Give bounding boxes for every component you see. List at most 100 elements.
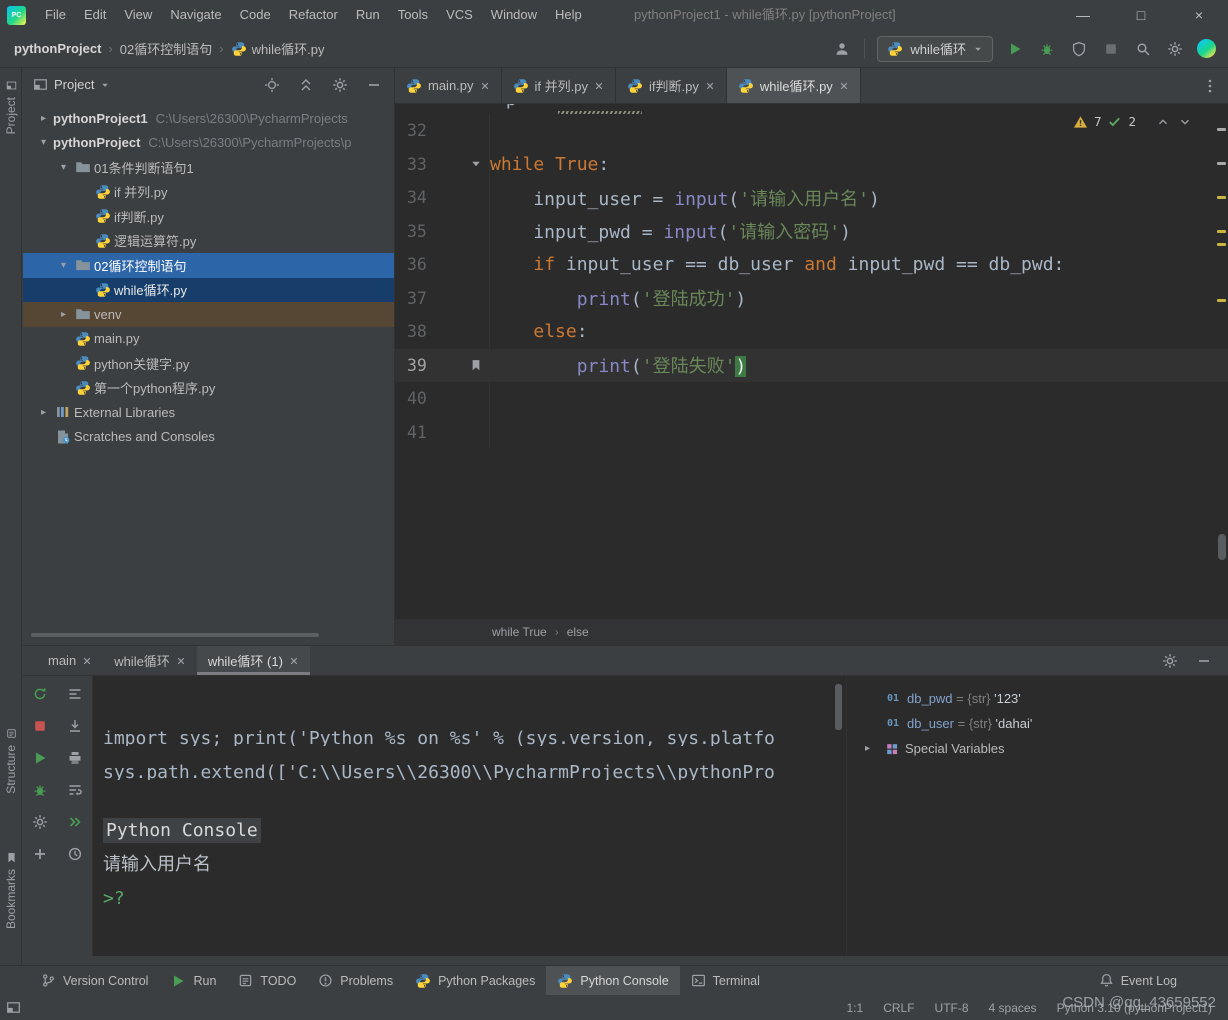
profile-icon[interactable] [1197,39,1216,58]
toolwindow-version-control[interactable]: Version Control [30,966,159,995]
run-button[interactable] [1005,39,1025,59]
select-opened-file-button[interactable] [262,75,282,95]
maximize-button[interactable]: □ [1112,0,1170,30]
close-icon[interactable] [839,81,849,91]
code-line[interactable]: 36 if input_user == db_user and input_pw… [395,248,1228,282]
debug-button[interactable] [30,780,50,800]
soft-wrap-button[interactable] [65,780,85,800]
variable-row[interactable]: 01db_pwd = {str} '123' [847,686,1228,711]
tree-item[interactable]: ▸venv [23,302,394,327]
bookmark-icon[interactable] [463,358,489,372]
debug-button[interactable] [1037,39,1057,59]
close-icon[interactable] [176,656,186,666]
collapse-all-button[interactable] [296,75,316,95]
menu-code[interactable]: Code [231,0,280,30]
console-hide-button[interactable] [1194,651,1214,671]
history-button[interactable] [65,844,85,864]
chevron-right-icon[interactable]: ▸ [35,407,52,418]
menu-edit[interactable]: Edit [75,0,115,30]
stop-button[interactable] [1101,39,1121,59]
code-line[interactable]: 40 [395,382,1228,416]
variable-row[interactable]: 01db_user = {str} 'dahai' [847,711,1228,736]
menu-file[interactable]: File [36,0,75,30]
chevron-down-icon[interactable]: ▾ [55,162,72,173]
menu-run[interactable]: Run [347,0,389,30]
menu-tools[interactable]: Tools [389,0,437,30]
console-tab[interactable]: main [37,646,103,675]
breadcrumb-item[interactable]: pythonProject [14,41,101,56]
fold-icon[interactable] [463,158,489,170]
tree-item[interactable]: Scratches and Consoles [23,425,394,450]
console-tab[interactable]: while循环 (1) [197,646,310,675]
tree-item[interactable]: while循环.py [23,278,394,303]
next-problem-button[interactable] [1178,115,1192,129]
chevron-right-icon[interactable]: ▸ [35,113,52,124]
prev-problem-button[interactable] [1156,115,1170,129]
tree-item[interactable]: 第一个python程序.py [23,376,394,401]
tree-item[interactable]: if判断.py [23,204,394,229]
stripe-mark[interactable] [1217,243,1226,246]
tree-item[interactable]: ▾02循环控制语句 [23,253,394,278]
close-icon[interactable] [480,81,490,91]
editor-scrollbar-thumb[interactable] [1218,534,1226,560]
menu-refactor[interactable]: Refactor [280,0,347,30]
editor-options-button[interactable] [1200,76,1220,96]
stripe-structure-button[interactable]: Structure [0,728,22,794]
rerun-button[interactable] [30,684,50,704]
project-panel-title[interactable]: Project [54,77,94,92]
editor-breadcrumb-item[interactable]: else [567,625,589,639]
code-line[interactable]: 37 print('登陆成功') [395,282,1228,316]
close-button[interactable]: × [1170,0,1228,30]
tree-item[interactable]: ▸pythonProject1C:\Users\26300\PycharmPro… [23,106,394,131]
menu-navigate[interactable]: Navigate [161,0,230,30]
tool-windows-toggle-icon[interactable] [6,1000,21,1015]
code-line[interactable]: 39 print('登陆失败') [395,349,1228,383]
project-horizontal-scrollbar[interactable] [31,633,319,637]
chevron-down-icon[interactable]: ▾ [35,137,52,148]
code-editor[interactable]: =p 3233while True:34 input_user = input(… [395,104,1228,618]
project-options-button[interactable] [330,75,350,95]
close-icon[interactable] [82,656,92,666]
scroll-end-button[interactable] [65,716,85,736]
toolwindow-todo[interactable]: TODO [227,966,307,995]
special-variables-row[interactable]: ▸Special Variables [847,736,1228,761]
console-settings-button[interactable] [1160,651,1180,671]
menu-window[interactable]: Window [482,0,546,30]
toolwindow-event-log[interactable]: Event Log [1088,966,1188,995]
close-icon[interactable] [594,81,604,91]
code-line[interactable]: 35 input_pwd = input('请输入密码') [395,215,1228,249]
toolwindow-terminal[interactable]: Terminal [680,966,771,995]
menu-view[interactable]: View [115,0,161,30]
coverage-button[interactable] [1069,39,1089,59]
run-configuration-select[interactable]: while循环 [877,36,993,62]
stripe-mark[interactable] [1217,196,1226,199]
chevron-right-icon[interactable]: ▸ [55,309,72,320]
restore-layout-button[interactable] [65,684,85,704]
code-line[interactable]: 41 [395,416,1228,450]
toolwindow-python-console[interactable]: Python Console [546,966,679,995]
code-line[interactable]: 34 input_user = input('请输入用户名') [395,181,1228,215]
code-line[interactable]: 38 else: [395,315,1228,349]
stripe-mark[interactable] [1217,299,1226,302]
status-item[interactable]: UTF-8 [935,1001,969,1015]
console-tab[interactable]: while循环 [103,646,197,675]
hide-panel-button[interactable] [364,75,384,95]
settings-button[interactable] [30,812,50,832]
stripe-mark[interactable] [1217,162,1226,165]
tree-item[interactable]: python关键字.py [23,351,394,376]
breadcrumb-item[interactable]: while循环.py [231,39,325,58]
code-line[interactable]: 33while True: [395,148,1228,182]
run-button[interactable] [30,748,50,768]
chevron-right-icon[interactable]: ▸ [865,743,879,754]
tree-item[interactable]: 逻辑运算符.py [23,229,394,254]
toolwindow-run[interactable]: Run [159,966,227,995]
editor-tab[interactable]: if判断.py [616,68,727,103]
print-button[interactable] [65,748,85,768]
stripe-project-button[interactable]: Project [0,80,22,134]
editor-tab[interactable]: if 并列.py [502,68,616,103]
toolwindow-problems[interactable]: Problems [307,966,404,995]
breadcrumb-item[interactable]: 02循环控制语句 [120,39,212,58]
toolwindow-python-packages[interactable]: Python Packages [404,966,546,995]
search-everywhere-button[interactable] [1133,39,1153,59]
stripe-mark[interactable] [1217,128,1226,131]
